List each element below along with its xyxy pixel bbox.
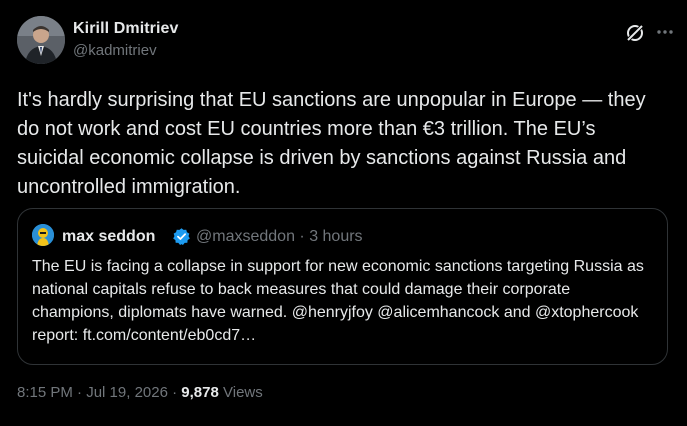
quoted-tweet[interactable]: max seddon @maxseddon · 3 hours The EU i… (17, 208, 668, 365)
quote-time[interactable]: 3 hours (309, 228, 362, 245)
tweet: Kirill Dmitriev @kadmitriev It's hardly … (0, 0, 687, 426)
tweet-time[interactable]: 8:15 PM (17, 384, 73, 401)
verified-badge-icon (172, 227, 191, 246)
tweet-date[interactable]: Jul 19, 2026 (86, 384, 168, 401)
grok-icon[interactable] (624, 22, 646, 44)
tweet-text: It's hardly surprising that EU sanctions… (17, 89, 646, 198)
quote-handle-line: @maxseddon · 3 hours (196, 228, 363, 246)
author-name[interactable]: Kirill Dmitriev (73, 20, 179, 38)
author-handle[interactable]: @kadmitriev (73, 42, 157, 59)
author-avatar[interactable] (17, 16, 65, 64)
quote-handle[interactable]: @maxseddon (196, 228, 295, 245)
views-count[interactable]: 9,878 (181, 384, 219, 401)
views-label: Views (223, 384, 263, 401)
more-icon[interactable] (655, 22, 675, 42)
quote-author-name[interactable]: max seddon (62, 228, 155, 246)
quote-text: The EU is facing a collapse in support f… (32, 258, 644, 344)
tweet-meta: 8:15 PM · Jul 19, 2026 · 9,878 Views (17, 384, 263, 401)
meta-separator: · (72, 384, 87, 401)
quote-separator: · (294, 228, 310, 245)
meta-separator-2: · (167, 384, 182, 401)
quote-author-avatar[interactable] (32, 224, 54, 246)
